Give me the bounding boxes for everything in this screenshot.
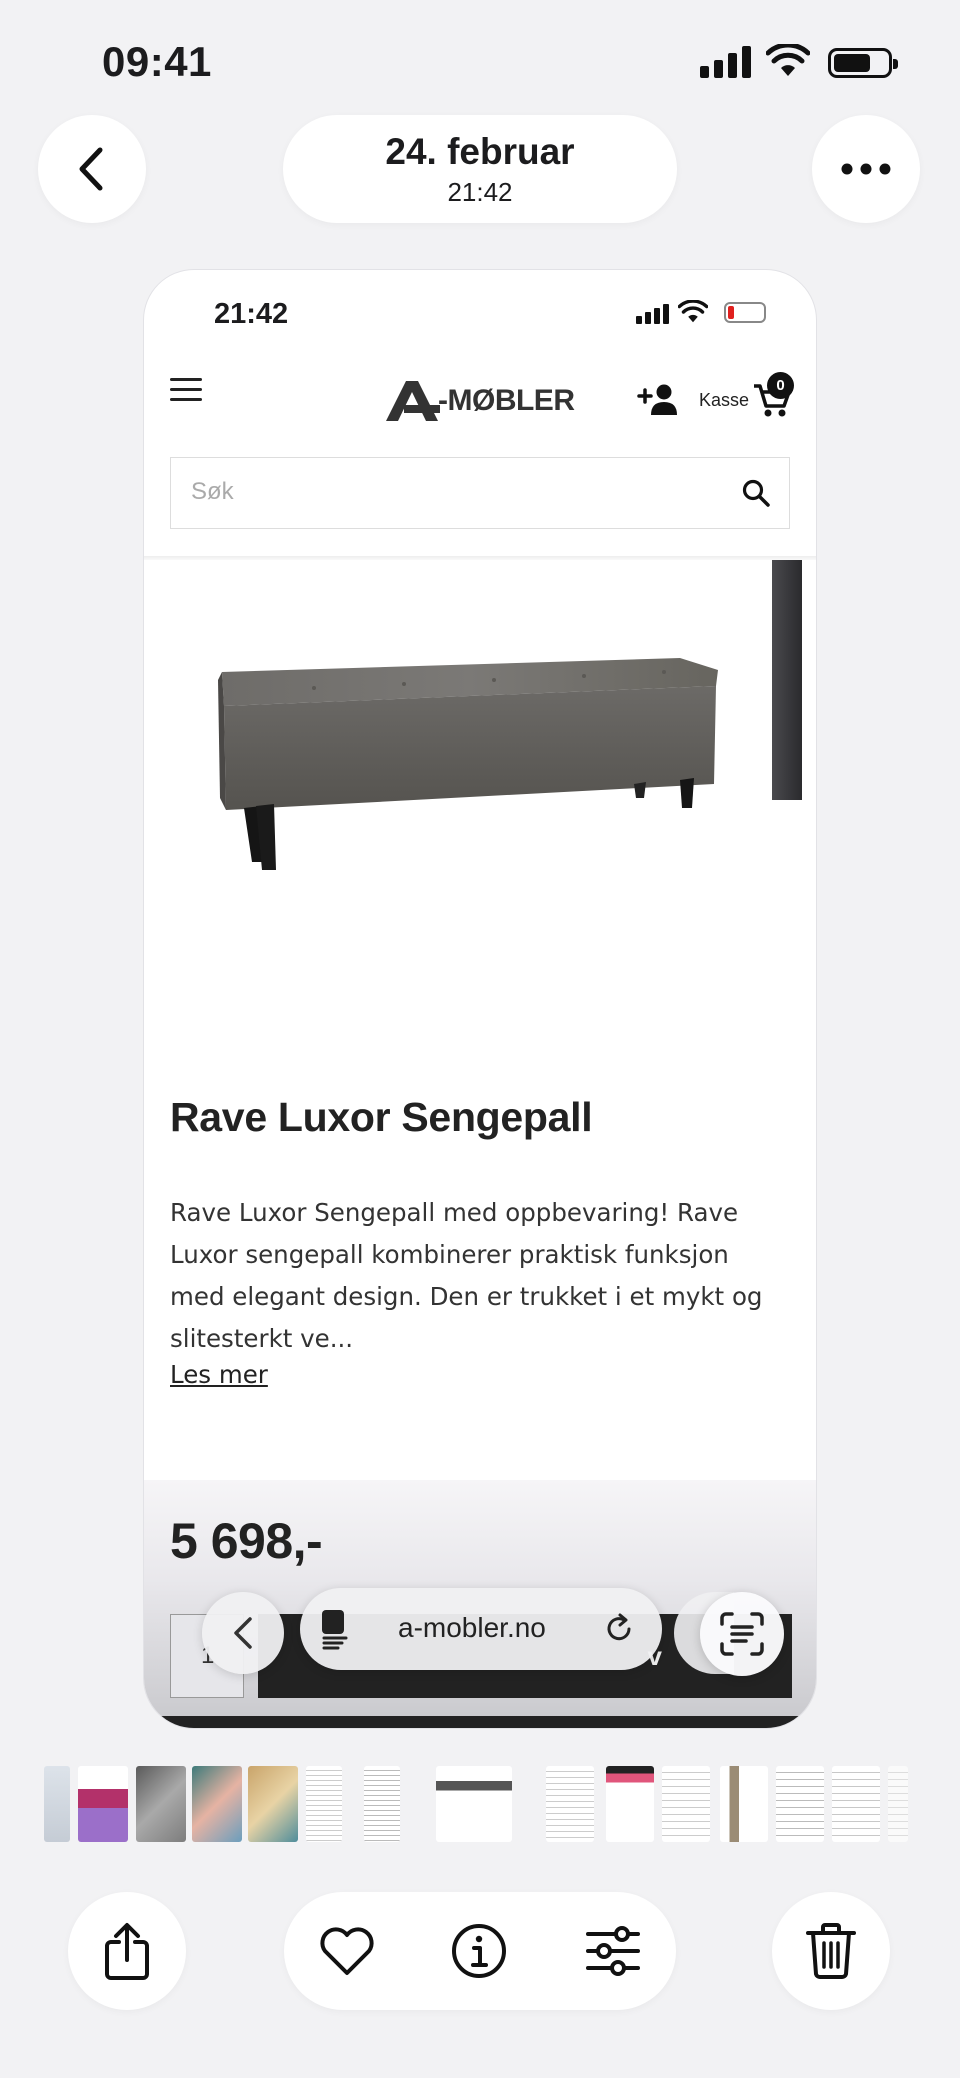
product-image[interactable] — [144, 560, 816, 1080]
address-domain: a-mobler.no — [398, 1612, 546, 1643]
thumbnail[interactable] — [364, 1766, 400, 1842]
more-button[interactable] — [812, 115, 920, 223]
thumbnail[interactable] — [776, 1766, 824, 1842]
thumbnail[interactable] — [606, 1766, 654, 1842]
date-label: 24. februar — [385, 131, 575, 172]
thumbnail[interactable] — [546, 1766, 594, 1842]
wifi-icon — [678, 300, 708, 323]
thumbnail[interactable] — [888, 1766, 908, 1842]
browser-back-button[interactable] — [202, 1592, 284, 1674]
screenshot-preview[interactable]: 21:42 -MØBLER Kasse 0 Søk Rave Luxor Sen… — [144, 270, 816, 1728]
date-title[interactable]: 24. februar 21:42 — [283, 115, 677, 223]
info-button[interactable] — [446, 1918, 512, 1984]
thumbnail[interactable] — [720, 1766, 768, 1842]
chevron-left-icon — [79, 147, 103, 191]
thumbnail[interactable] — [78, 1766, 128, 1842]
share-icon — [105, 1923, 149, 1980]
status-bar: 09:41 — [0, 0, 960, 120]
wifi-icon — [766, 44, 810, 76]
back-button[interactable] — [38, 115, 146, 223]
product-title: Rave Luxor Sengepall — [170, 1094, 593, 1140]
search-icon[interactable] — [741, 478, 771, 508]
site-logo[interactable]: -MØBLER — [384, 378, 575, 424]
signal-icon — [636, 304, 670, 324]
thumbnail-strip[interactable] — [44, 1766, 912, 1846]
adjust-button[interactable] — [580, 1918, 646, 1984]
cart-count-badge: 0 — [767, 372, 794, 399]
time-label: 21:42 — [447, 177, 513, 207]
next-product-image[interactable] — [772, 560, 802, 800]
chevron-left-icon — [234, 1617, 252, 1649]
thumbnail[interactable] — [832, 1766, 880, 1842]
favorite-button[interactable] — [314, 1918, 380, 1984]
address-bar[interactable]: a-mobler.no — [300, 1588, 662, 1670]
info-icon — [452, 1924, 506, 1978]
product-price: 5 698,- — [170, 1513, 323, 1569]
status-time: 09:41 — [102, 38, 212, 85]
scan-text-icon — [720, 1612, 764, 1656]
thumbnail[interactable] — [44, 1766, 70, 1842]
scan-text-button[interactable] — [700, 1592, 784, 1676]
search-input[interactable] — [171, 458, 691, 526]
adjust-icon — [586, 1926, 640, 1976]
reader-icon[interactable] — [320, 1608, 356, 1650]
more-icon — [841, 163, 891, 175]
screenshot-bottom-edge — [144, 1716, 816, 1728]
photo-actions — [284, 1892, 676, 2010]
heart-icon — [320, 1927, 374, 1975]
thumbnail[interactable] — [192, 1766, 242, 1842]
menu-icon[interactable] — [170, 378, 202, 402]
thumbnail[interactable] — [248, 1766, 298, 1842]
add-user-icon[interactable] — [636, 382, 678, 416]
cart-label[interactable]: Kasse — [699, 390, 749, 411]
thumbnail-selected[interactable] — [436, 1766, 512, 1842]
reload-icon[interactable] — [602, 1612, 636, 1646]
thumbnail[interactable] — [136, 1766, 186, 1842]
signal-icon — [700, 46, 752, 78]
thumbnail[interactable] — [306, 1766, 342, 1842]
share-button[interactable] — [68, 1892, 186, 2010]
product-description: Rave Luxor Sengepall med oppbevaring! Ra… — [170, 1198, 763, 1353]
screenshot-status-bar: 21:42 — [144, 270, 816, 350]
screenshot-time: 21:42 — [214, 298, 289, 330]
delete-button[interactable] — [772, 1892, 890, 2010]
thumbnail[interactable] — [662, 1766, 710, 1842]
battery-icon — [828, 48, 898, 78]
read-more-link[interactable]: Les mer — [170, 1360, 268, 1389]
trash-icon — [806, 1923, 856, 1979]
logo-a-icon — [386, 381, 440, 421]
search-bar[interactable] — [170, 457, 790, 529]
logo-text: -MØBLER — [438, 384, 575, 417]
battery-low-icon — [724, 302, 766, 323]
